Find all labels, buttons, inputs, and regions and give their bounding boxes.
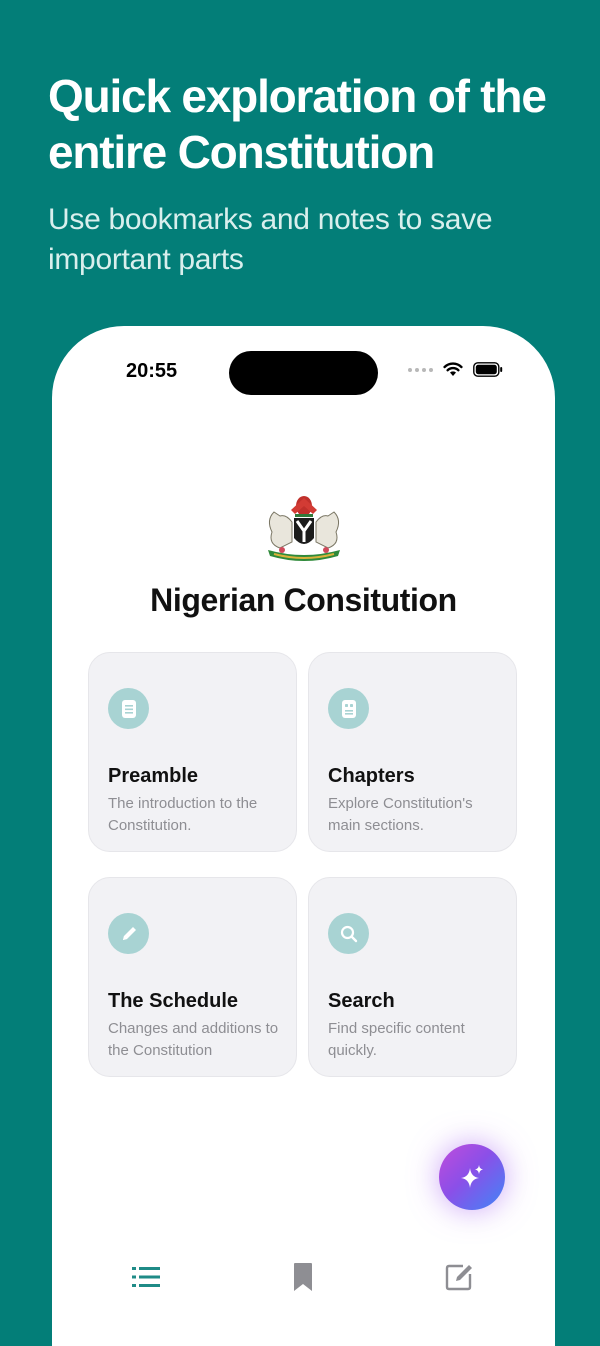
app-title: Nigerian Consitution	[150, 582, 457, 618]
card-title: The Schedule	[108, 990, 239, 1012]
card-title: Preamble	[108, 765, 199, 787]
ai-assistant-button[interactable]	[439, 1144, 505, 1210]
card-title: Chapters	[328, 765, 415, 787]
card-description: Changes and additions to the Constitutio…	[108, 1020, 279, 1059]
card-search[interactable]: Search Find specific content quickly.	[308, 877, 517, 1077]
tab-contents[interactable]	[129, 1260, 163, 1294]
tab-notes[interactable]	[442, 1260, 476, 1294]
phone-screen: 20:55 Nigerian Consitution Preamble The …	[52, 326, 555, 1346]
pencil-icon	[108, 913, 149, 954]
coat-of-arms-logo	[268, 496, 340, 561]
card-chapters[interactable]: Chapters Explore Constitution's main sec…	[308, 652, 517, 852]
card-preamble[interactable]: Preamble The introduction to the Constit…	[88, 652, 297, 852]
dynamic-island	[229, 351, 378, 395]
magnifier-icon	[328, 913, 369, 954]
edit-note-icon	[445, 1264, 472, 1291]
card-description: The introduction to the Constitution.	[108, 795, 258, 834]
document-icon	[108, 688, 149, 729]
tab-bookmarks[interactable]	[286, 1260, 320, 1294]
card-title: Search	[328, 990, 395, 1012]
sections-icon	[328, 688, 369, 729]
card-description: Find specific content quickly.	[328, 1020, 465, 1059]
battery-icon	[473, 362, 503, 377]
signal-dots-icon	[408, 367, 433, 372]
sparkles-icon	[461, 1165, 483, 1188]
status-icons	[408, 362, 503, 377]
promo-title: Quick exploration of the entire Constitu…	[48, 70, 547, 178]
bookmark-icon	[294, 1263, 312, 1291]
promo-subtitle: Use bookmarks and notes to save importan…	[48, 203, 493, 276]
status-time: 20:55	[126, 360, 178, 382]
card-schedule[interactable]: The Schedule Changes and additions to th…	[88, 877, 297, 1077]
wifi-icon	[443, 362, 463, 376]
list-icon	[132, 1267, 160, 1287]
card-description: Explore Constitution's main sections.	[328, 795, 473, 834]
